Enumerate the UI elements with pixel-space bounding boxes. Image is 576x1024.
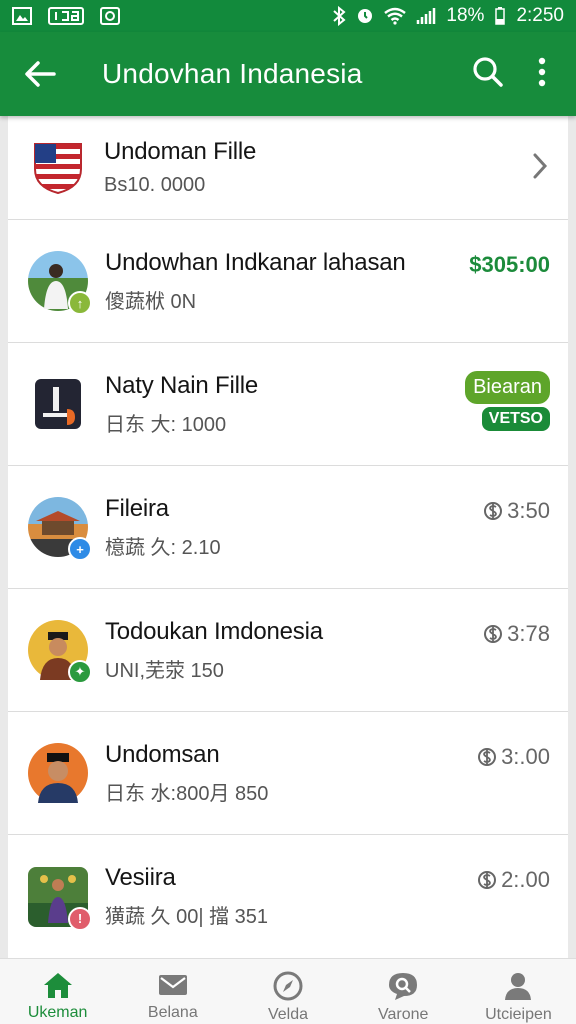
- list-item[interactable]: Naty Nain Fille 日东 大: 1000 Biearan VETSO: [8, 343, 568, 466]
- list-item-subtitle: 檍蔬 久: 2.10: [105, 536, 221, 559]
- badge-icon: ✦: [68, 660, 92, 684]
- list-item[interactable]: ↑ Undowhan Indkanar lahasan 傻蔬栿 0N $305:…: [8, 220, 568, 343]
- gallery-notification-icon: [12, 7, 32, 25]
- list-item[interactable]: ✦ Todoukan Imdonesia UNI,芜荥 150 3:78: [8, 589, 568, 712]
- battery-percent: 18%: [446, 5, 485, 26]
- search-icon: [473, 56, 503, 87]
- list-item-price: 3:.00: [477, 744, 550, 770]
- bottom-navigation: Ukeman Belana Velda Varone Utcieipen: [0, 958, 576, 1024]
- dollar-circle-icon: [478, 748, 497, 766]
- list-item-price-value: 3:50: [507, 498, 550, 523]
- list-item-price: 3:78: [483, 621, 550, 647]
- back-button[interactable]: [0, 60, 80, 88]
- nav-item-label: Varone: [378, 1006, 429, 1023]
- back-arrow-icon: [25, 61, 56, 87]
- status-right-icons: 18% 2:250: [332, 5, 564, 27]
- nav-item-mail[interactable]: Belana: [115, 959, 230, 1024]
- chat-search-icon: [389, 973, 418, 1000]
- nav-item-label: Velda: [267, 1006, 309, 1023]
- status-pill[interactable]: Biearan: [465, 371, 550, 404]
- list-item-price-value: 3:.00: [501, 744, 550, 769]
- avatar: ↑: [28, 251, 92, 315]
- nav-item-label: Belana: [147, 1004, 198, 1021]
- chevron-right-icon[interactable]: [532, 152, 548, 180]
- list-item-price: 3:50: [483, 498, 550, 524]
- battery-icon: [495, 7, 506, 25]
- nav-item-profile[interactable]: Utcieipen: [461, 959, 576, 1024]
- person-icon: [505, 973, 532, 1000]
- us-flag-shield-icon: [34, 142, 82, 194]
- status-left-icons: [12, 7, 120, 25]
- list-item-price-value: 2:.00: [501, 867, 550, 892]
- list-item[interactable]: ! Vesiira 獚蔬 久 00| 擋 351 2:.00: [8, 835, 568, 958]
- dollar-circle-icon: [484, 625, 503, 643]
- dollar-circle-icon: [484, 502, 503, 520]
- file-thumbnail: [35, 379, 81, 429]
- nav-item-label: Utcieipen: [485, 1006, 552, 1023]
- list-item[interactable]: Undomsan 日东 水:800月 850 3:.00: [8, 712, 568, 835]
- camera-notification-icon: [100, 7, 120, 25]
- compass-icon: [273, 971, 303, 1001]
- list-item-subtitle: 獚蔬 久 00| 擋 351: [105, 906, 269, 928]
- app-title: Undovhan Indanesia: [102, 58, 363, 89]
- more-vert-icon: [538, 57, 546, 86]
- sim-notification-icon: [48, 7, 84, 25]
- avatar: [28, 743, 88, 803]
- mail-icon: [158, 975, 187, 995]
- list-item[interactable]: + Fileira 檍蔬 久: 2.10 3:50: [8, 466, 568, 589]
- list-item-price: 2:.00: [477, 867, 550, 893]
- bluetooth-icon: [333, 6, 346, 26]
- status-bar: 18% 2:250: [0, 0, 576, 32]
- list-item-price: $305:00: [469, 252, 550, 277]
- search-button[interactable]: [472, 56, 504, 93]
- more-options-button[interactable]: [538, 57, 546, 92]
- badge-icon: !: [68, 906, 92, 931]
- signal-icon: [417, 8, 436, 24]
- wifi-icon: [384, 7, 407, 25]
- list-item[interactable]: Undoman Fille Bs10. 0000: [8, 116, 568, 220]
- nav-item-label: Ukeman: [27, 1004, 88, 1021]
- list-item-price-value: 3:78: [507, 621, 550, 646]
- list-item-subtitle: Bs10. 0000: [104, 174, 206, 196]
- alarm-icon: [358, 9, 373, 23]
- nav-item-messages[interactable]: Varone: [346, 959, 461, 1024]
- avatar: ✦: [28, 620, 92, 684]
- person-photo-icon: [38, 753, 78, 803]
- list-item-subtitle: 日东 水:800月 850: [105, 782, 269, 805]
- list-item-subtitle: UNI,芜荥 150: [105, 659, 224, 682]
- list-item-subtitle: 傻蔬栿 0N: [105, 290, 197, 313]
- list-item-text: Undoman Fille Bs10. 0000: [104, 138, 568, 197]
- list-item-title: Undoman Fille: [104, 138, 257, 165]
- file-icon: [43, 387, 75, 425]
- avatar: +: [28, 497, 92, 561]
- file-list: Undoman Fille Bs10. 0000 ↑ Undowhan Indk…: [8, 116, 568, 958]
- nav-item-home[interactable]: Ukeman: [0, 959, 115, 1024]
- badge-icon: ↑: [68, 291, 92, 315]
- nav-item-explore[interactable]: Velda: [230, 959, 345, 1024]
- status-badge: VETSO: [481, 407, 550, 431]
- dollar-circle-icon: [478, 871, 497, 889]
- badge-icon: +: [68, 537, 92, 561]
- avatar: !: [28, 866, 92, 931]
- app-bar: Undovhan Indanesia: [0, 32, 576, 116]
- home-icon: [43, 973, 72, 998]
- status-time: 2:250: [516, 5, 564, 26]
- app-actions: [472, 56, 576, 93]
